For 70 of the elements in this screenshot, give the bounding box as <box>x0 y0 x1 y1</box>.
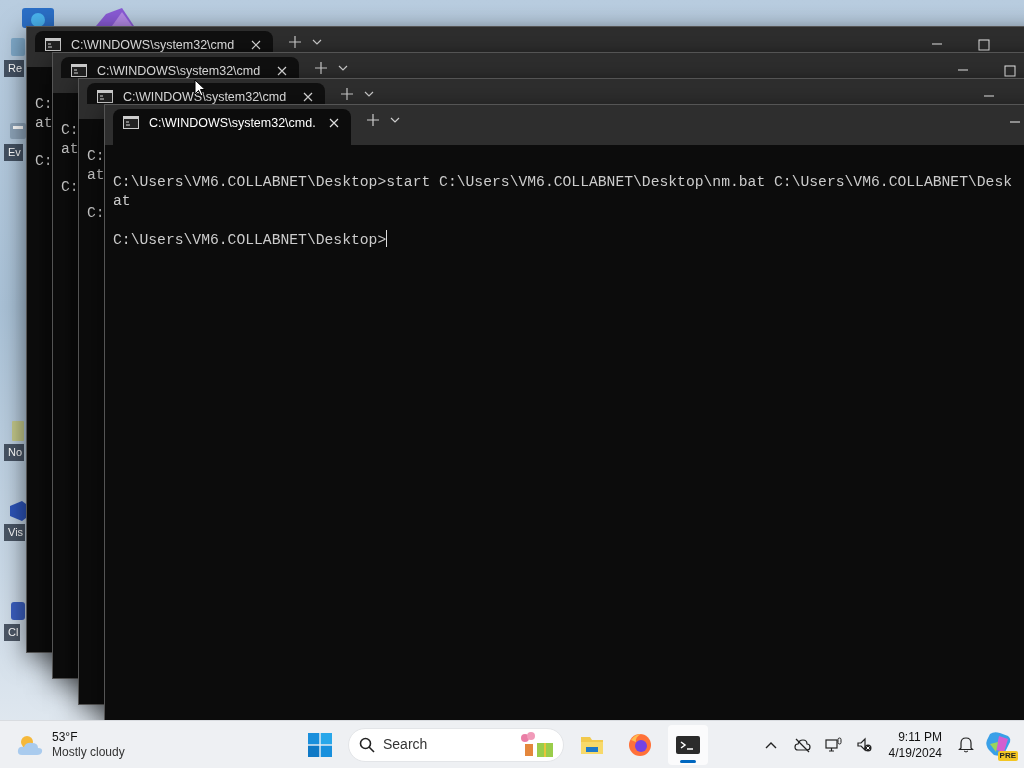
maximize-icon <box>978 39 990 51</box>
dropdown-button[interactable] <box>311 38 323 46</box>
terminal-taskbar-button[interactable] <box>668 724 708 765</box>
new-tab-button[interactable] <box>313 61 329 75</box>
plus-icon <box>341 88 353 100</box>
terminal-tab[interactable]: C:\WINDOWS\system32\cmd <box>35 31 273 52</box>
desktop-app-icon[interactable] <box>8 500 28 522</box>
terminal-output-line: C:\Users\VM6.COLLABNET\Desktop>start C:\Users\VM6.COLLABNET\Desktop\nm.bat C:\Users\VM6.COLLABNET\Desk <box>113 173 1013 192</box>
terminal-tab[interactable]: C:\WINDOWS\system32\cmd. <box>113 109 351 145</box>
chevron-down-icon <box>364 91 374 97</box>
desktop-icon-label[interactable]: Vis <box>4 524 26 541</box>
desktop-icon-label[interactable]: No <box>4 444 25 461</box>
terminal-output-line: C: <box>35 152 53 171</box>
chevron-down-icon <box>390 117 400 123</box>
maximize-button[interactable] <box>978 39 990 51</box>
preview-badge: PRE <box>997 750 1018 761</box>
tab-title: C:\WINDOWS\system32\cmd <box>123 89 288 106</box>
clock[interactable]: 9:11 PM 4/19/2024 <box>882 728 948 761</box>
flowers-gift-icon <box>519 731 555 758</box>
chevron-down-icon <box>338 65 348 71</box>
terminal-output-line: at <box>61 140 79 159</box>
close-icon <box>329 118 339 128</box>
terminal-tab[interactable]: C:\WINDOWS\system32\cmd <box>61 57 299 78</box>
command-prompt-icon <box>71 64 87 77</box>
terminal-output-line: at <box>87 166 105 185</box>
terminal-output-line: C: <box>87 204 105 223</box>
text-cursor <box>386 230 388 247</box>
new-tab-button[interactable] <box>365 113 381 127</box>
close-icon <box>251 40 261 50</box>
close-icon <box>303 92 313 102</box>
chevron-down-icon <box>312 39 322 45</box>
command-prompt-icon <box>97 90 113 103</box>
desktop-icon-label[interactable]: Ev <box>4 144 23 161</box>
plus-icon <box>289 36 301 48</box>
desktop-app-icon[interactable] <box>8 120 28 142</box>
new-tab-button[interactable] <box>287 35 303 49</box>
plus-icon <box>367 114 379 126</box>
tab-title: C:\WINDOWS\system32\cmd. <box>149 115 317 132</box>
plus-icon <box>315 62 327 74</box>
search-button[interactable]: Search <box>348 727 564 762</box>
weather-condition: Mostly cloudy <box>52 744 125 760</box>
terminal-output-line: C: <box>61 121 79 140</box>
dropdown-button[interactable] <box>363 90 375 98</box>
desktop-app-icon[interactable] <box>8 600 28 622</box>
dropdown-button[interactable] <box>389 116 401 124</box>
terminal-tab[interactable]: C:\WINDOWS\system32\cmd <box>87 83 325 104</box>
weather-temperature: 53°F <box>52 729 79 745</box>
new-tab-button[interactable] <box>339 87 355 101</box>
maximize-button[interactable] <box>1004 65 1016 77</box>
browser-icon <box>627 731 653 758</box>
close-icon <box>277 66 287 76</box>
bell-icon <box>958 736 974 753</box>
terminal-output-line: C: <box>35 95 53 114</box>
tab-title: C:\WINDOWS\system32\cmd <box>71 37 236 54</box>
dropdown-button[interactable] <box>337 64 349 72</box>
terminal-output-line: C:\Users\VM6.COLLABNET\Desktop> <box>113 230 388 250</box>
copilot-button[interactable]: PRE <box>984 727 1018 762</box>
desktop-app-icon[interactable] <box>8 36 28 58</box>
terminal-output-line: at <box>113 192 131 211</box>
start-icon <box>308 732 332 757</box>
command-prompt-icon <box>123 116 139 129</box>
desktop-icon-label[interactable]: Re <box>4 60 25 77</box>
terminal-output-line: C: <box>61 178 79 197</box>
maximize-icon <box>1004 65 1016 77</box>
desktop-icon-label[interactable]: Cl <box>4 624 21 641</box>
terminal-output-line: C: <box>87 147 105 166</box>
terminal-output-line: at <box>35 114 53 133</box>
search-icon <box>359 736 375 753</box>
command-prompt-icon <box>45 38 61 51</box>
tab-title: C:\WINDOWS\system32\cmd <box>97 63 262 80</box>
